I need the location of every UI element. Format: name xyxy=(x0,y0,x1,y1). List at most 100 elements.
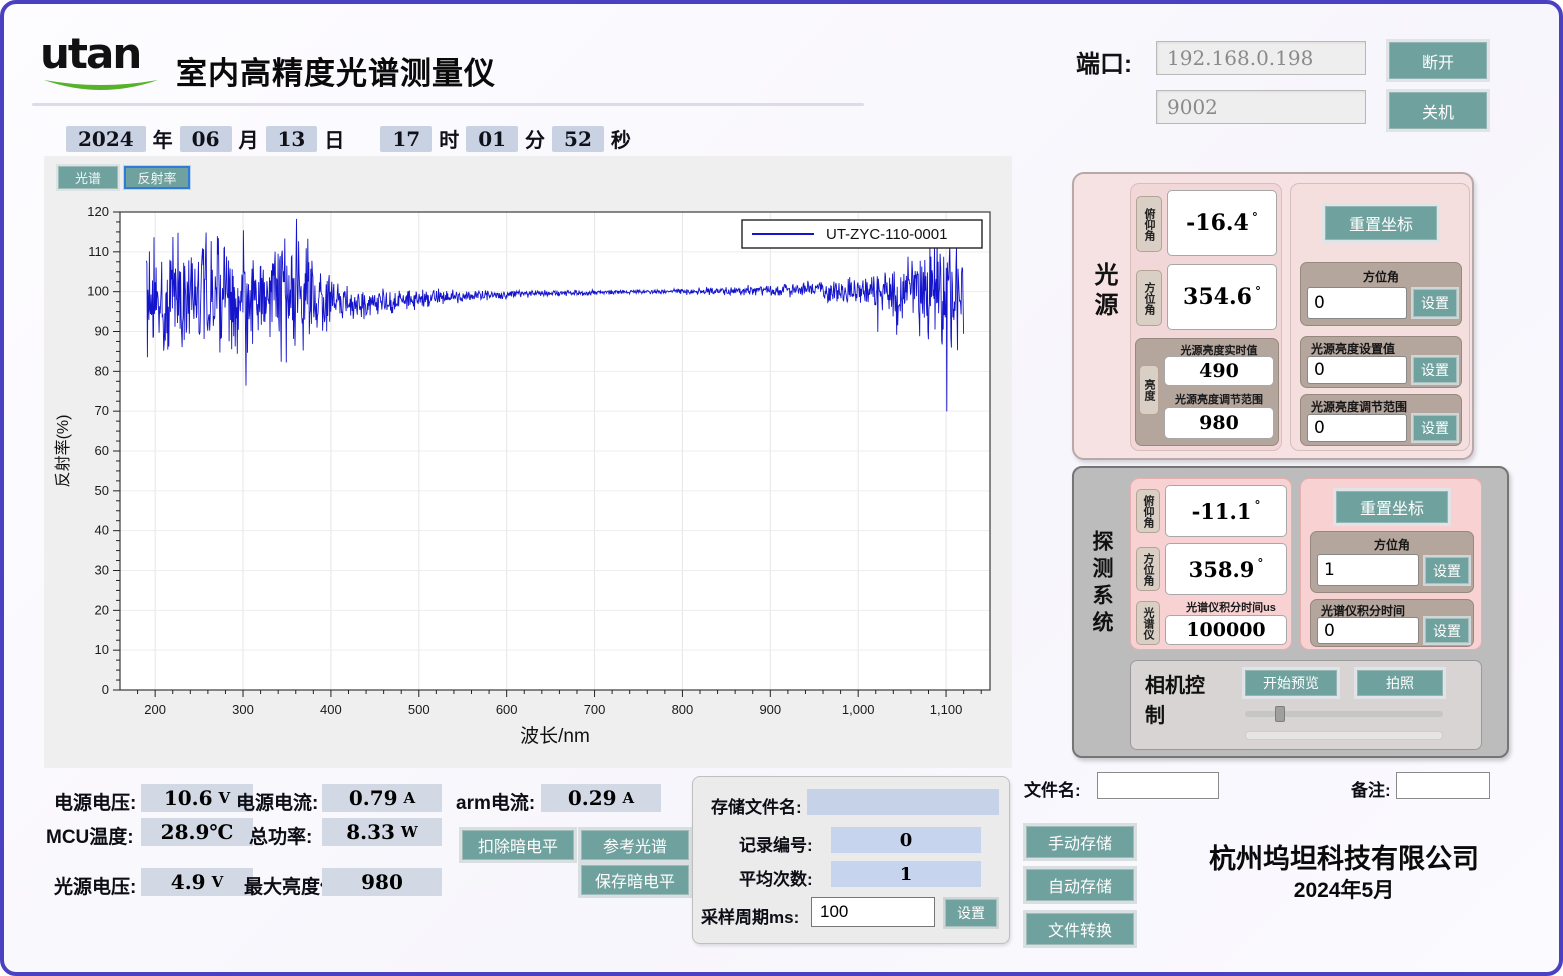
detection-azimuth-tag: 方位角 xyxy=(1136,547,1160,591)
svg-text:800: 800 xyxy=(672,702,694,717)
detection-system-panel: 探测系统 俯仰角 -11.1° 方位角 358.9° 光谱仪 光谱仪积分时间us… xyxy=(1072,466,1509,758)
light-brightness-group: 亮度 光源亮度实时值 490 光源亮度调节范围 980 xyxy=(1135,338,1279,446)
light-source-title: 光源 xyxy=(1086,262,1121,322)
spectrometer-integration-value: 100000 xyxy=(1165,615,1287,645)
integration-set-button[interactable]: 设置 xyxy=(1425,618,1469,643)
svg-text:30: 30 xyxy=(95,563,109,578)
save-dark-button[interactable]: 保存暗电平 xyxy=(581,865,689,895)
svg-text:50: 50 xyxy=(95,483,109,498)
svg-text:500: 500 xyxy=(408,702,430,717)
camera-preview-button[interactable]: 开始预览 xyxy=(1245,670,1337,696)
manual-save-button[interactable]: 手动存储 xyxy=(1026,826,1134,858)
brightness-range-value: 980 xyxy=(1164,407,1274,439)
month-unit: 月 xyxy=(239,124,259,153)
light-brightness-range-set-group: 光源亮度调节范围 设置 xyxy=(1300,394,1462,446)
year-value: 2024 xyxy=(66,126,146,152)
port-input[interactable] xyxy=(1156,90,1366,124)
svg-text:600: 600 xyxy=(496,702,518,717)
second-unit: 秒 xyxy=(611,124,631,153)
supply-current-label: 电源电流: xyxy=(236,788,318,815)
average-count-value: 1 xyxy=(831,861,981,887)
light-brightness-tag: 亮度 xyxy=(1139,365,1159,415)
auto-save-button[interactable]: 自动存储 xyxy=(1026,869,1134,901)
svg-text:40: 40 xyxy=(95,523,109,538)
svg-text:0: 0 xyxy=(102,682,109,697)
tab-reflectance[interactable]: 反射率 xyxy=(124,166,190,189)
svg-text:1,000: 1,000 xyxy=(842,702,875,717)
light-reset-button[interactable]: 重置坐标 xyxy=(1325,206,1437,240)
shutdown-button[interactable]: 关机 xyxy=(1389,92,1487,129)
camera-slider-thumb[interactable] xyxy=(1275,706,1285,722)
note-label: 备注: xyxy=(1351,776,1391,801)
light-brightness-set-input[interactable] xyxy=(1307,356,1407,384)
svg-text:波长/nm: 波长/nm xyxy=(520,725,590,747)
light-azimuth-tag: 方位角 xyxy=(1136,270,1162,326)
light-brightness-range-set-button[interactable]: 设置 xyxy=(1413,415,1457,441)
file-convert-button[interactable]: 文件转换 xyxy=(1026,913,1134,945)
svg-text:400: 400 xyxy=(320,702,342,717)
svg-text:60: 60 xyxy=(95,443,109,458)
svg-text:700: 700 xyxy=(584,702,606,717)
sample-period-set-button[interactable]: 设置 xyxy=(945,899,997,927)
hour-unit: 时 xyxy=(439,124,459,153)
logo-swoosh-icon xyxy=(42,78,160,94)
disconnect-button[interactable]: 断开 xyxy=(1389,42,1487,79)
brightness-range-label: 光源亮度调节范围 xyxy=(1148,391,1290,407)
light-azimuth-set-input[interactable] xyxy=(1307,287,1407,319)
light-brightness-range-set-input[interactable] xyxy=(1307,414,1407,442)
light-pitch-tag: 俯仰角 xyxy=(1136,196,1162,252)
svg-text:1,100: 1,100 xyxy=(930,702,963,717)
light-brightness-set-group: 光源亮度设置值 设置 xyxy=(1300,336,1462,388)
detection-azimuth-set-button[interactable]: 设置 xyxy=(1425,557,1469,584)
detection-readout-group: 俯仰角 -11.1° 方位角 358.9° 光谱仪 光谱仪积分时间us 1000… xyxy=(1130,478,1292,650)
camera-scrollbar[interactable] xyxy=(1245,731,1443,740)
svg-text:100: 100 xyxy=(87,284,109,299)
svg-text:900: 900 xyxy=(759,702,781,717)
reference-spectrum-button[interactable]: 参考光谱 xyxy=(581,830,689,860)
filename-label: 文件名: xyxy=(1024,776,1081,801)
spectrometer-integration-label: 光谱仪积分时间us xyxy=(1151,599,1311,615)
storage-filename-label: 存储文件名: xyxy=(711,793,802,818)
detection-azimuth-set-input[interactable] xyxy=(1317,554,1419,586)
source-voltage-label: 光源电压: xyxy=(54,872,136,899)
filename-input[interactable] xyxy=(1097,772,1219,799)
light-azimuth-set-group: 方位角 设置 xyxy=(1300,262,1462,326)
mcu-temp-label: MCU温度: xyxy=(46,822,134,849)
port-label: 端口: xyxy=(1076,44,1132,79)
mcu-temp-chip: 28.9℃ xyxy=(141,818,253,846)
arm-current-chip: 0.29A xyxy=(541,784,661,812)
svg-text:10: 10 xyxy=(95,642,109,657)
hour-value: 17 xyxy=(380,126,432,152)
supply-current-chip: 0.79A xyxy=(322,784,442,812)
light-source-panel: 光源 俯仰角 -16.4° 方位角 354.6° 亮度 光源亮度实时值 490 … xyxy=(1072,172,1474,460)
camera-slider[interactable] xyxy=(1245,711,1443,717)
total-power-chip: 8.33W xyxy=(322,818,442,846)
supply-voltage-label: 电源电压: xyxy=(54,788,136,815)
total-power-label: 总功率: xyxy=(249,822,312,849)
storage-panel: 存储文件名: 记录编号: 0 平均次数: 1 采样周期ms: 设置 xyxy=(692,776,1010,944)
second-value: 52 xyxy=(552,126,604,152)
integration-set-input[interactable] xyxy=(1317,617,1419,644)
camera-control-title: 相机控制 xyxy=(1145,671,1209,731)
camera-photo-button[interactable]: 拍照 xyxy=(1357,670,1443,696)
max-brightness-chip: 980 xyxy=(322,868,442,896)
light-pitch-value: -16.4° xyxy=(1167,190,1277,256)
record-number-value: 0 xyxy=(831,827,981,853)
note-input[interactable] xyxy=(1396,772,1490,799)
ip-input[interactable] xyxy=(1156,41,1366,75)
detection-reset-button[interactable]: 重置坐标 xyxy=(1336,491,1448,523)
sample-period-label: 采样周期ms: xyxy=(701,903,799,928)
detection-azimuth-set-group: 方位角 设置 xyxy=(1310,531,1474,593)
svg-text:120: 120 xyxy=(87,204,109,219)
svg-text:200: 200 xyxy=(144,702,166,717)
light-brightness-set-button[interactable]: 设置 xyxy=(1413,357,1457,383)
svg-text:反射率(%): 反射率(%) xyxy=(54,415,72,488)
sample-period-input[interactable] xyxy=(811,897,935,927)
light-azimuth-set-button[interactable]: 设置 xyxy=(1413,289,1457,317)
svg-text:300: 300 xyxy=(232,702,254,717)
brightness-realtime-value: 490 xyxy=(1164,356,1274,386)
tab-spectrum[interactable]: 光谱 xyxy=(58,166,118,189)
detection-azimuth-value: 358.9° xyxy=(1165,543,1287,595)
subtract-dark-button[interactable]: 扣除暗电平 xyxy=(462,830,574,860)
app-window: utan 室内高精度光谱测量仪 端口: 断开 关机 2024 年 06 月 13… xyxy=(0,0,1563,976)
